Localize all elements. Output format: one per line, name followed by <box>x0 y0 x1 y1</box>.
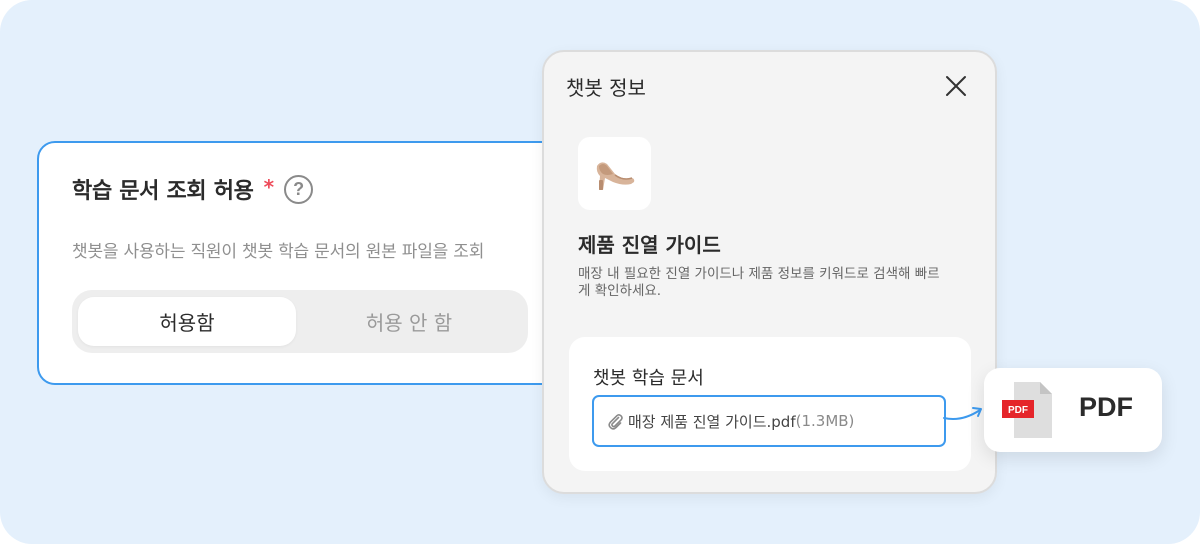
pdf-label: PDF <box>1079 392 1133 422</box>
close-icon[interactable] <box>940 70 972 102</box>
option-allow[interactable]: 허용함 <box>78 297 296 346</box>
required-mark: * <box>263 175 275 199</box>
bot-avatar <box>578 137 651 210</box>
setting-card: 학습 문서 조회 허용 * ? 챗봇을 사용하는 직원이 챗봇 학습 문서의 원… <box>37 141 597 385</box>
panel-title: 챗봇 정보 <box>566 76 646 100</box>
pdf-icon-text: PDF <box>1008 405 1028 416</box>
setting-title-row: 학습 문서 조회 허용 * ? <box>72 173 314 205</box>
bot-description: 매장 내 필요한 진열 가이드나 제품 정보를 키워드로 검색해 빠르게 확인하… <box>578 266 940 299</box>
setting-description: 챗봇을 사용하는 직원이 챗봇 학습 문서의 원본 파일을 조회 <box>72 242 485 262</box>
pdf-badge: PDF PDF <box>984 368 1162 452</box>
option-disallow[interactable]: 허용 안 함 <box>296 297 522 346</box>
heel-shoe-icon <box>596 161 634 190</box>
permission-segmented-control: 허용함 허용 안 함 <box>72 290 528 353</box>
canvas: 학습 문서 조회 허용 * ? 챗봇을 사용하는 직원이 챗봇 학습 문서의 원… <box>0 0 1200 544</box>
chatbot-info-panel: 챗봇 정보 제품 진열 가이드 매장 내 필요한 진열 가이드나 제품 정보를 … <box>542 50 997 494</box>
file-attachment[interactable]: 매장 제품 진열 가이드.pdf (1.3MB) <box>592 395 946 447</box>
bot-name: 제품 진열 가이드 <box>578 233 721 257</box>
learning-docs-card: 챗봇 학습 문서 매장 제품 진열 가이드.pdf (1.3MB) <box>569 337 971 471</box>
docs-label: 챗봇 학습 문서 <box>593 368 704 389</box>
paperclip-icon <box>608 414 623 430</box>
setting-title: 학습 문서 조회 허용 <box>72 179 254 204</box>
pdf-file-icon: PDF <box>1002 382 1052 438</box>
arrow-icon <box>943 407 982 420</box>
file-name: 매장 제품 진열 가이드.pdf <box>628 412 796 431</box>
file-size: (1.3MB) <box>795 412 855 430</box>
help-icon[interactable]: ? <box>284 174 314 204</box>
